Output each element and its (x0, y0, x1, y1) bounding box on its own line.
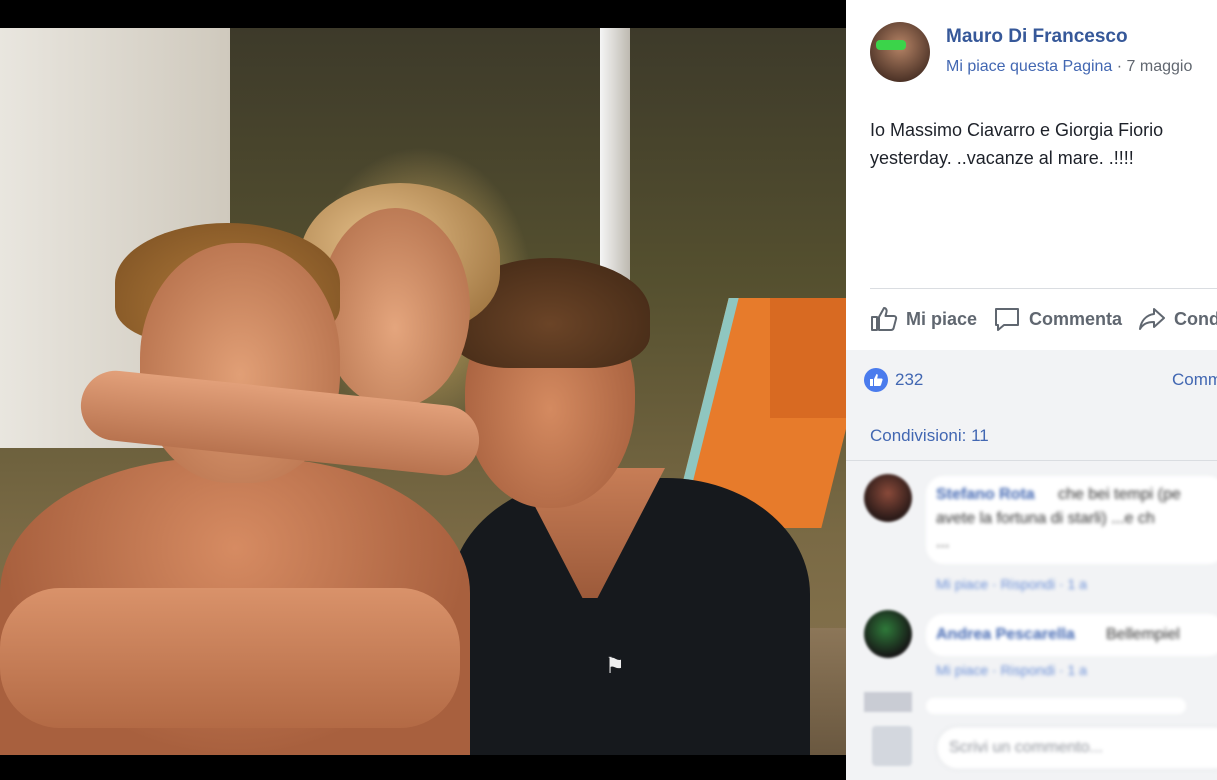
photo-shirt-logo-icon: ⚑ (605, 653, 625, 678)
reactions-count[interactable]: 232 (864, 368, 923, 392)
post-photo[interactable]: ⚑ (0, 28, 846, 755)
author-name[interactable]: Mauro Di Francesco (946, 26, 1128, 48)
photo-beach-chair-back (770, 298, 846, 418)
comment-bubble (926, 698, 1186, 714)
thumbs-up-icon (871, 307, 898, 331)
like-label: Mi piace (906, 308, 978, 329)
comment-text: che bei tempi (pe (1058, 486, 1181, 503)
author-avatar[interactable] (870, 22, 930, 82)
photo-background-sign (20, 66, 140, 106)
feedback-area (846, 350, 1217, 780)
comment-text: ... (936, 534, 950, 551)
share-label: Condividi (1174, 308, 1217, 329)
post-date[interactable]: 7 maggio (1127, 58, 1193, 75)
share-icon (1139, 308, 1166, 330)
comment-input[interactable]: Scrivi un commento... (936, 726, 1217, 770)
page-like-link[interactable]: Mi piace questa Pagina (946, 58, 1112, 75)
comment-label: Commenta (1029, 308, 1123, 329)
post-meta: Mi piace questa Pagina · 7 maggio (946, 58, 1192, 76)
comment-text: avete la fortuna di starli) ...e ch (936, 510, 1155, 527)
shares-count-link[interactable]: Condivisioni: 11 (870, 426, 989, 446)
actions-divider-top (870, 288, 1217, 289)
current-user-avatar (872, 726, 912, 766)
feedback-divider (846, 460, 1217, 461)
comment-actions[interactable]: Mi piace · Rispondi · 1 a (936, 576, 1087, 592)
comment-actions[interactable]: Mi piace · Rispondi · 1 a (936, 662, 1087, 678)
post-actions: Mi piace Commenta Condividi (870, 302, 1217, 336)
comment-author[interactable]: Andrea Pescarella (936, 626, 1075, 644)
like-reaction-icon (864, 368, 888, 392)
comment-button[interactable]: Commenta (993, 306, 1122, 332)
photo-person-left-arms (0, 588, 460, 728)
like-button[interactable]: Mi piace (870, 306, 977, 332)
comment-avatar[interactable] (864, 474, 912, 522)
comment-author[interactable]: Stefano Rota (936, 486, 1035, 504)
avatar-sunglasses (876, 40, 906, 50)
comments-count-link[interactable]: Commenti (1172, 370, 1217, 390)
comment-avatar (864, 692, 912, 712)
comment-avatar[interactable] (864, 610, 912, 658)
photo-woman-head (320, 208, 470, 408)
comment-bubble: Andrea Pescarella Bellempiel (926, 614, 1217, 656)
reactions-number: 232 (895, 370, 924, 389)
post-text: Io Massimo Ciavarro e Giorgia Fiorio yes… (870, 120, 1164, 168)
comment-icon (995, 308, 1020, 331)
photo-umbrella-pole (600, 28, 630, 298)
comment-input-placeholder: Scrivi un commento... (949, 739, 1103, 756)
comment-text: Bellempiel (1106, 626, 1180, 643)
comment-bubble: Stefano Rota che bei tempi (pe avete la … (926, 476, 1217, 564)
meta-separator: · (1112, 58, 1127, 75)
share-button[interactable]: Condividi (1138, 306, 1217, 332)
